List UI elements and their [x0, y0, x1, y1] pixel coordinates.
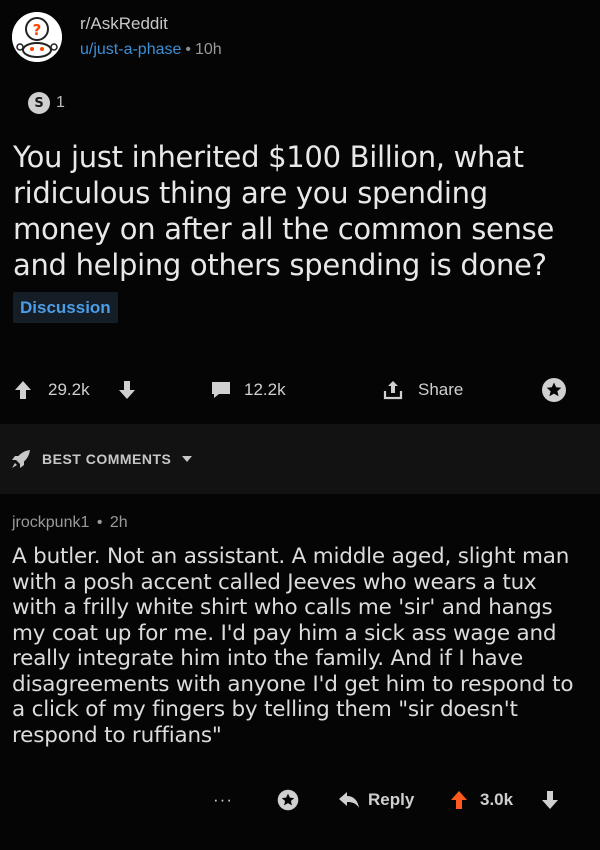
comment: jrockpunk1 • 2h A butler. Not an assista…: [0, 494, 600, 850]
award-count: 1: [56, 94, 65, 111]
comment-bubble-icon: [212, 382, 230, 398]
post-card: ? r/AskReddit u/just-a-phase • 10h S 1 You…: [0, 0, 600, 424]
post-flair[interactable]: Discussion: [13, 292, 118, 323]
svg-text:?: ?: [33, 21, 42, 39]
comments-button[interactable]: [210, 372, 232, 408]
comments-count: 12.2k: [244, 380, 286, 399]
comment-upvote-button[interactable]: [450, 786, 468, 814]
more-options-button[interactable]: ···: [213, 786, 233, 814]
share-icon: [383, 381, 403, 400]
share-label[interactable]: Share: [418, 372, 463, 408]
silver-award-icon: S: [28, 92, 50, 114]
reply-arrow-icon: [339, 792, 359, 808]
comment-score: 3.0k: [480, 790, 514, 809]
save-button[interactable]: [540, 372, 568, 408]
sort-bar: BEST COMMENTS: [0, 424, 600, 494]
upvote-button[interactable]: [14, 372, 32, 408]
caret-down-icon: [182, 456, 193, 462]
post-title[interactable]: You just inherited $100 Billion, what ri…: [13, 139, 583, 283]
comment-time: 2h: [109, 514, 128, 531]
post-score: 29.2k: [48, 380, 90, 399]
post-meta: u/just-a-phase • 10h: [80, 41, 222, 59]
comment-body: A butler. Not an assistant. A middle age…: [12, 544, 574, 748]
downvote-button[interactable]: [118, 372, 136, 408]
award-badge[interactable]: S 1: [28, 92, 65, 114]
comment-save-button[interactable]: [276, 786, 300, 814]
share-button[interactable]: [382, 372, 404, 408]
sort-dropdown[interactable]: BEST COMMENTS: [10, 446, 193, 472]
comment-actions-bar: ··· Reply 3.0k: [0, 786, 600, 814]
subreddit-name[interactable]: r/AskReddit: [80, 14, 168, 34]
star-icon: [277, 789, 299, 811]
downvote-arrow-icon: [119, 381, 135, 399]
askreddit-logo-icon: ?: [12, 12, 62, 62]
upvote-arrow-icon: [15, 381, 31, 399]
sort-label: BEST COMMENTS: [42, 451, 172, 467]
upvote-arrow-icon: [451, 791, 467, 809]
subreddit-avatar[interactable]: ?: [12, 12, 62, 62]
rocket-icon: [12, 450, 30, 468]
comment-meta: jrockpunk1 • 2h: [12, 514, 128, 532]
downvote-arrow-icon: [542, 791, 558, 809]
star-icon: [542, 378, 566, 402]
comment-downvote-button[interactable]: [541, 786, 559, 814]
comment-author[interactable]: jrockpunk1: [12, 514, 89, 531]
post-author[interactable]: u/just-a-phase: [80, 41, 181, 58]
reply-label: Reply: [368, 790, 415, 809]
post-time: 10h: [195, 41, 222, 58]
reply-button[interactable]: Reply: [338, 786, 414, 814]
meta-separator: •: [96, 514, 103, 531]
meta-separator: •: [185, 41, 191, 58]
post-actions-bar: 29.2k 12.2k Share: [0, 372, 600, 408]
